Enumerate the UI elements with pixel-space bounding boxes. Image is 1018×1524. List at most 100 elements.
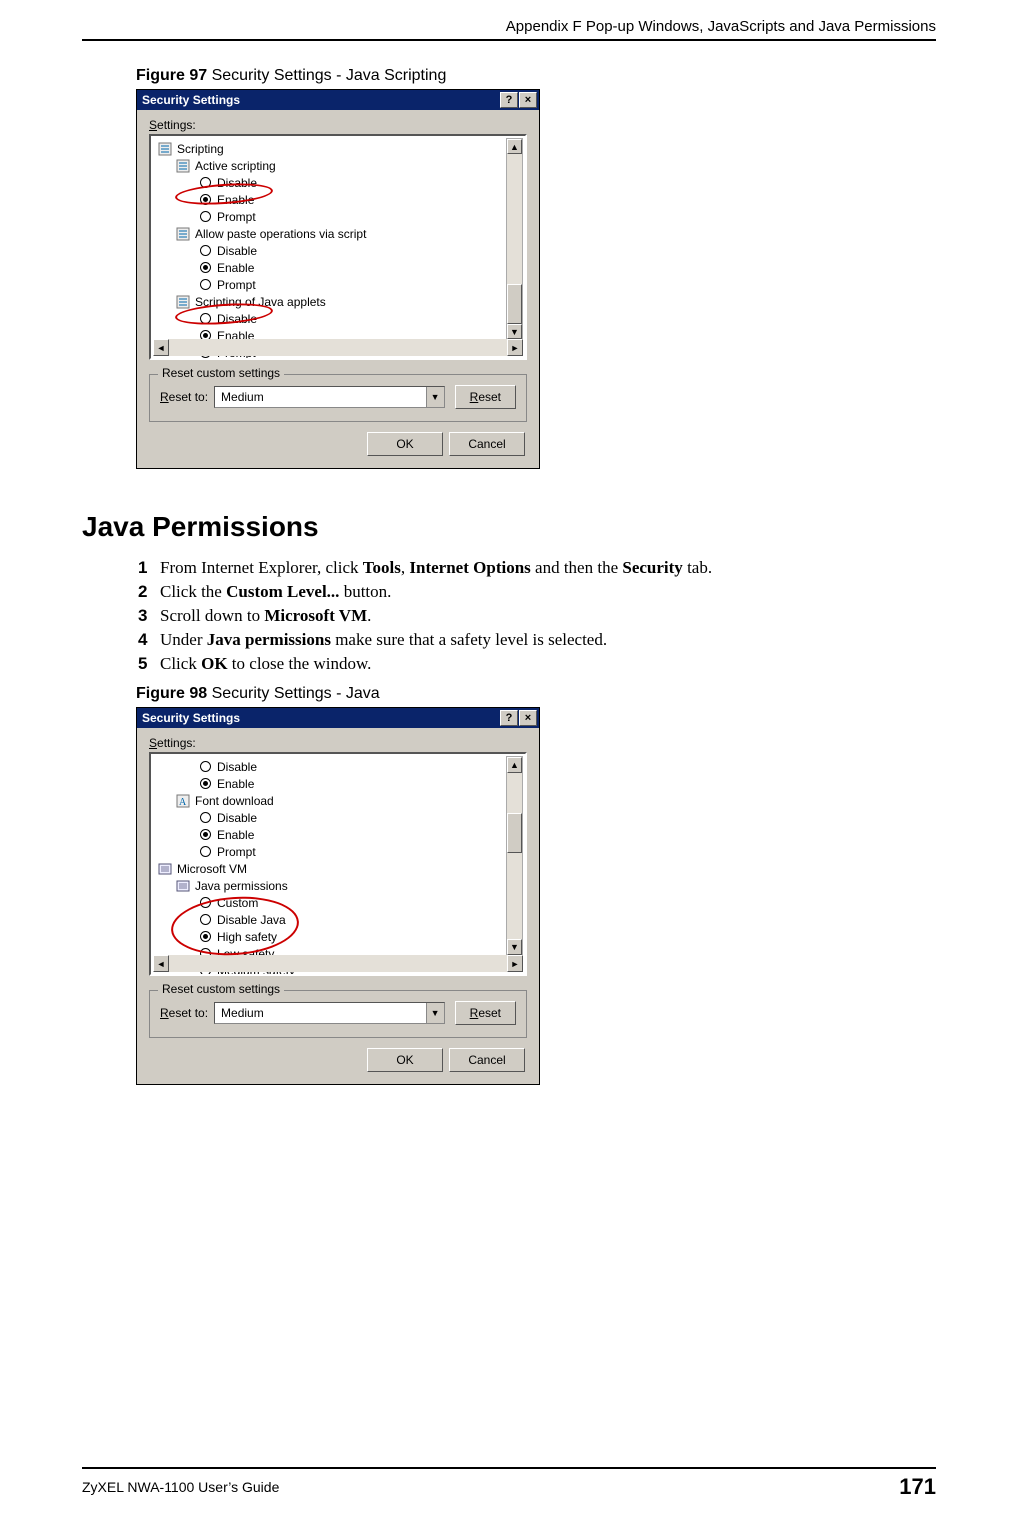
java-permissions-icon <box>175 879 191 893</box>
script-icon <box>175 159 191 173</box>
chevron-down-icon[interactable]: ▼ <box>426 387 444 407</box>
step-2: 2 Click the Custom Level... button. <box>138 581 936 603</box>
tree-label: Allow paste operations via script <box>195 227 366 241</box>
horizontal-scrollbar[interactable]: ◄ ► <box>153 339 523 356</box>
radio-on-icon <box>197 828 213 842</box>
reset-to-label: Reset to: <box>160 1006 208 1020</box>
help-button[interactable]: ? <box>500 710 518 726</box>
close-button[interactable]: × <box>519 710 537 726</box>
radio-prompt[interactable]: Prompt <box>197 208 523 225</box>
reset-button[interactable]: Reset <box>455 1001 516 1025</box>
step-number: 5 <box>138 654 160 674</box>
chevron-down-icon[interactable]: ▼ <box>426 1003 444 1023</box>
title-bar: Security Settings ? × <box>137 90 539 110</box>
scroll-left-button[interactable]: ◄ <box>153 339 169 356</box>
step-1: 1 From Internet Explorer, click Tools, I… <box>138 557 936 579</box>
tree-label: Font download <box>195 794 274 808</box>
fieldset-legend: Reset custom settings <box>158 366 284 380</box>
step-number: 4 <box>138 630 160 650</box>
combo-value: Medium <box>215 1003 426 1023</box>
horizontal-scrollbar[interactable]: ◄ ► <box>153 955 523 972</box>
figure-97-label: Figure 97 <box>136 67 212 84</box>
script-icon <box>175 227 191 241</box>
title-bar: Security Settings ? × <box>137 708 539 728</box>
scroll-right-button[interactable]: ► <box>507 955 523 972</box>
step-number: 1 <box>138 558 160 578</box>
dialog-title: Security Settings <box>139 93 499 107</box>
scroll-down-button[interactable]: ▼ <box>507 324 522 339</box>
figure-97-text: Security Settings - Java Scripting <box>212 67 447 84</box>
scroll-right-button[interactable]: ► <box>507 339 523 356</box>
tree-microsoft-vm: Microsoft VM <box>157 860 523 877</box>
tree-label: Microsoft VM <box>177 862 247 876</box>
step-3: 3 Scroll down to Microsoft VM. <box>138 605 936 627</box>
step-number: 3 <box>138 606 160 626</box>
reset-custom-settings-group: Reset custom settings Reset to: Medium ▼… <box>149 990 527 1038</box>
section-heading-java-permissions: Java Permissions <box>82 511 936 543</box>
tree-allow-paste: Allow paste operations via script <box>175 225 523 242</box>
radio-off-icon <box>197 811 213 825</box>
figure-97-caption: Figure 97 Security Settings - Java Scrip… <box>136 67 936 85</box>
tree-java-permissions: Java permissions <box>175 877 523 894</box>
radio-enable[interactable]: Enable <box>197 775 523 792</box>
settings-tree[interactable]: Scripting Active scripting Disable Enabl… <box>149 134 527 360</box>
radio-prompt[interactable]: Prompt <box>197 276 523 293</box>
radio-enable[interactable]: Enable <box>197 259 523 276</box>
step-5: 5 Click OK to close the window. <box>138 653 936 675</box>
scroll-down-button[interactable]: ▼ <box>507 939 522 955</box>
reset-to-combo[interactable]: Medium ▼ <box>214 1002 445 1024</box>
vertical-scrollbar[interactable]: ▲ ▼ <box>506 756 523 956</box>
ok-button[interactable]: OK <box>367 1048 443 1072</box>
radio-on-icon <box>197 777 213 791</box>
figure-98-text: Security Settings - Java <box>212 685 380 702</box>
help-button[interactable]: ? <box>500 92 518 108</box>
radio-label: Enable <box>217 261 254 275</box>
scroll-up-button[interactable]: ▲ <box>507 139 522 154</box>
radio-off-icon <box>197 278 213 292</box>
tree-active-scripting: Active scripting <box>175 157 523 174</box>
reset-custom-settings-group: Reset custom settings Reset to: Medium ▼… <box>149 374 527 422</box>
ok-button[interactable]: OK <box>367 432 443 456</box>
radio-disable[interactable]: Disable <box>197 242 523 259</box>
radio-label: Enable <box>217 828 254 842</box>
tree-scripting: Scripting <box>157 140 523 157</box>
script-icon <box>175 295 191 309</box>
script-icon <box>157 142 173 156</box>
close-button[interactable]: × <box>519 92 537 108</box>
radio-label: Disable <box>217 811 257 825</box>
settings-tree[interactable]: Disable Enable A Font download Disable E… <box>149 752 527 976</box>
dialog-title: Security Settings <box>139 711 499 725</box>
scroll-up-button[interactable]: ▲ <box>507 757 522 773</box>
settings-label: Settings: <box>149 736 527 750</box>
steps-list: 1 From Internet Explorer, click Tools, I… <box>138 557 936 675</box>
scroll-left-button[interactable]: ◄ <box>153 955 169 972</box>
page-number: 171 <box>899 1474 936 1500</box>
radio-off-icon <box>197 845 213 859</box>
reset-to-combo[interactable]: Medium ▼ <box>214 386 445 408</box>
radio-enable[interactable]: Enable <box>197 826 523 843</box>
tree-label: Java permissions <box>195 879 288 893</box>
cancel-button[interactable]: Cancel <box>449 432 525 456</box>
radio-prompt[interactable]: Prompt <box>197 843 523 860</box>
microsoft-vm-icon <box>157 862 173 876</box>
combo-value: Medium <box>215 387 426 407</box>
figure-98-label: Figure 98 <box>136 685 212 702</box>
fieldset-legend: Reset custom settings <box>158 982 284 996</box>
security-settings-dialog-97: Security Settings ? × Settings: Scriptin… <box>136 89 540 469</box>
reset-button[interactable]: Reset <box>455 385 516 409</box>
tree-font-download: A Font download <box>175 792 523 809</box>
cancel-button[interactable]: Cancel <box>449 1048 525 1072</box>
running-header: Appendix F Pop-up Windows, JavaScripts a… <box>82 18 936 39</box>
svg-text:A: A <box>179 797 187 808</box>
reset-to-label: Reset to: <box>160 390 208 404</box>
vertical-scrollbar[interactable]: ▲ ▼ <box>506 138 523 340</box>
radio-disable[interactable]: Disable <box>197 758 523 775</box>
radio-disable[interactable]: Disable <box>197 809 523 826</box>
radio-label: Prompt <box>217 210 256 224</box>
header-rule <box>82 39 936 41</box>
figure-98-caption: Figure 98 Security Settings - Java <box>136 685 936 703</box>
settings-label: Settings: <box>149 118 527 132</box>
radio-off-icon <box>197 210 213 224</box>
page-footer: ZyXEL NWA-1100 User’s Guide 171 <box>82 1467 936 1500</box>
radio-off-icon <box>197 244 213 258</box>
